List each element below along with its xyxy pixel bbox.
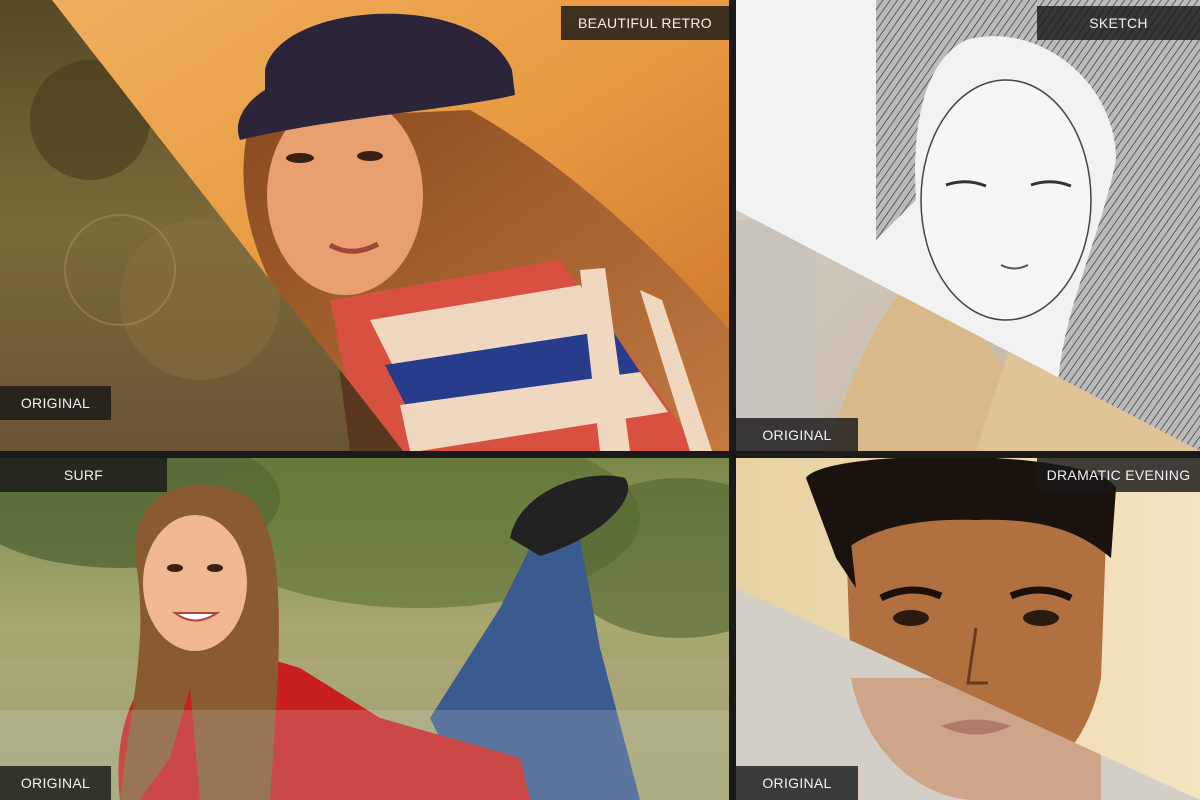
original-label: ORIGINAL: [0, 386, 111, 420]
sketch-photo: [736, 0, 1200, 451]
surf-photo: [0, 458, 729, 800]
original-label: ORIGINAL: [736, 418, 858, 451]
original-label: ORIGINAL: [736, 766, 858, 800]
dramatic-evening-photo: [736, 458, 1200, 800]
panel-beautiful-retro: BEAUTIFUL RETRO ORIGINAL: [0, 0, 729, 451]
effect-label: SURF: [0, 458, 167, 492]
retro-photo: [0, 0, 729, 451]
filter-comparison-grid: BEAUTIFUL RETRO ORIGINAL SKETCH ORIGINAL…: [0, 0, 1200, 800]
panel-dramatic-evening: DRAMATIC EVENING ORIGINAL: [736, 458, 1200, 800]
effect-label: SKETCH: [1037, 6, 1200, 40]
original-label: ORIGINAL: [0, 766, 111, 800]
panel-sketch: SKETCH ORIGINAL: [736, 0, 1200, 451]
effect-label: BEAUTIFUL RETRO: [561, 6, 729, 40]
panel-surf: SURF ORIGINAL: [0, 458, 729, 800]
effect-label: DRAMATIC EVENING: [1037, 458, 1200, 492]
